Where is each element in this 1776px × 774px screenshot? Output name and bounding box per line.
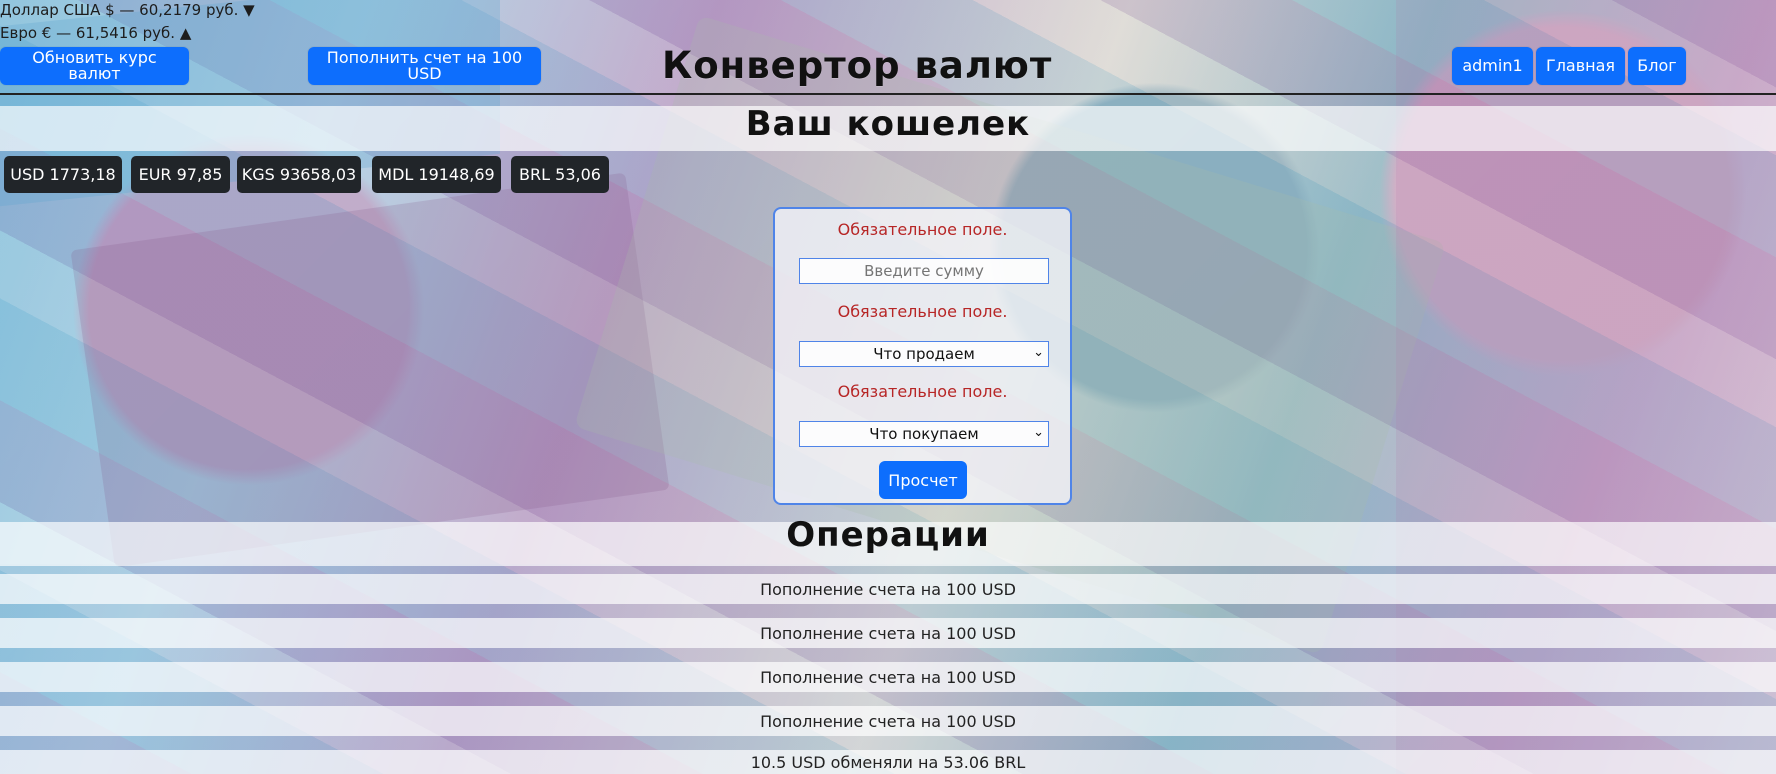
- operation-row: Пополнение счета на 100 USD: [0, 706, 1776, 736]
- sell-currency-select[interactable]: Что продаем ⌄: [799, 341, 1049, 367]
- home-button[interactable]: Главная: [1536, 47, 1625, 85]
- update-rates-button[interactable]: Обновить курс валют: [0, 47, 189, 85]
- page-title: Конвертор валют: [662, 44, 1053, 87]
- buy-currency-label: Что покупаем: [869, 425, 979, 443]
- background-banknote-shape: [70, 172, 670, 568]
- buy-required-message: Обязательное поле.: [837, 382, 1008, 401]
- usd-rate-text: Доллар США $ — 60,2179 руб. ▼: [0, 1, 255, 19]
- wallet-balance-mdl: MDL 19148,69: [372, 156, 501, 193]
- conversion-form: Обязательное поле. Обязательное поле. Чт…: [773, 207, 1072, 505]
- wallet-balance-brl: BRL 53,06: [511, 156, 609, 193]
- operation-row: Пополнение счета на 100 USD: [0, 574, 1776, 604]
- amount-required-message: Обязательное поле.: [837, 220, 1008, 239]
- eur-rate-text: Евро € — 61,5416 руб. ▲: [0, 24, 192, 42]
- calculate-button[interactable]: Просчет: [879, 461, 967, 499]
- operation-row: Пополнение счета на 100 USD: [0, 618, 1776, 648]
- header-divider: [0, 93, 1776, 95]
- wallet-balance-kgs: KGS 93658,03: [237, 156, 361, 193]
- chevron-down-icon: ⌄: [1033, 345, 1044, 360]
- operation-row: 10.5 USD обменяли на 53.06 BRL: [0, 750, 1776, 774]
- user-button[interactable]: admin1: [1452, 47, 1533, 85]
- wallet-balance-usd: USD 1773,18: [4, 156, 122, 193]
- chevron-down-icon: ⌄: [1033, 425, 1044, 440]
- operation-row: Пополнение счета на 100 USD: [0, 662, 1776, 692]
- blog-button[interactable]: Блог: [1628, 47, 1686, 85]
- wallet-title: Ваш кошелек: [745, 104, 1031, 144]
- wallet-balance-eur: EUR 97,85: [131, 156, 230, 193]
- sell-currency-label: Что продаем: [873, 345, 975, 363]
- buy-currency-select[interactable]: Что покупаем ⌄: [799, 421, 1049, 447]
- amount-input[interactable]: [799, 258, 1049, 284]
- topup-button[interactable]: Пополнить счет на 100 USD: [308, 47, 541, 85]
- sell-required-message: Обязательное поле.: [837, 302, 1008, 321]
- operations-title: Операции: [786, 515, 990, 555]
